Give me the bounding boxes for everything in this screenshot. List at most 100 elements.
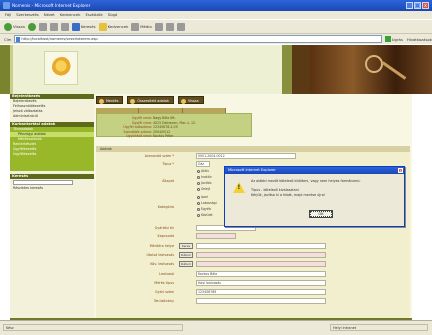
search-location-button[interactable]: Keres <box>179 243 193 249</box>
forward-button[interactable] <box>27 22 36 32</box>
field-label: Köv. leolvasás <box>150 262 174 266</box>
category-radio[interactable]: Közület <box>197 213 213 217</box>
search-label: Keresés <box>80 24 96 29</box>
maximize-button[interactable]: □ <box>414 2 421 9</box>
stop-button[interactable] <box>38 22 47 32</box>
print-button[interactable] <box>176 22 185 32</box>
info-value: Nagy Béla Kft. <box>153 116 176 120</box>
address-url: http://localhost/nomenis/vezerloterem.as… <box>21 37 98 41</box>
radio-label: Ipari <box>201 195 209 199</box>
address-bar: Cím http://localhost/nomenis/vezerlotere… <box>0 33 432 44</box>
dialog-titlebar: Microsoft Internet Explorer x <box>225 167 404 174</box>
radio-circle <box>197 187 200 191</box>
measurement-type-field[interactable]: Havi leolvasás <box>196 280 326 286</box>
refresh-button[interactable] <box>49 22 58 32</box>
status-radio[interactable]: Selejt <box>197 187 210 191</box>
menu-view[interactable]: Nézet <box>44 11 55 19</box>
media-label: Média <box>140 24 152 29</box>
dialog-close-button[interactable]: x <box>398 168 403 173</box>
refresh-icon <box>49 22 58 31</box>
sidebar-header-search: Keresés <box>10 174 94 179</box>
key-image <box>365 55 383 73</box>
field-label: Gyártási év <box>154 226 174 230</box>
field-label: Állapot <box>162 179 174 183</box>
reader-field[interactable]: Kovács Béla <box>196 271 326 277</box>
info-row: Szerződés száma: 2004/0012 <box>123 129 171 134</box>
sidebar-green-section: Törzsadatok Pénzügyi adatok Mérőeszközök… <box>10 127 94 171</box>
history-button[interactable] <box>154 22 163 32</box>
ok-button[interactable]: OK <box>309 210 333 218</box>
alert-dialog: Microsoft Internet Explorer x ! Az alább… <box>224 166 405 227</box>
id-number-field[interactable]: 0001-2004-0012 <box>196 153 296 159</box>
star-icon <box>98 22 107 31</box>
home-button[interactable] <box>60 22 69 32</box>
address-input[interactable]: http://localhost/nomenis/vezerloterem.as… <box>14 35 382 43</box>
dialog-title: Microsoft Internet Explorer <box>228 168 276 172</box>
sidebar-item-advanced-search[interactable]: Részletes keresés <box>10 186 94 191</box>
category-radio[interactable]: Lakossági <box>197 201 217 205</box>
category-radio[interactable]: Egyéb <box>197 207 211 211</box>
mail-button[interactable] <box>165 22 174 32</box>
last-reading-field[interactable] <box>196 252 326 258</box>
search-button[interactable]: Keresés <box>71 22 96 32</box>
favorites-label: Kedvencek <box>107 24 129 29</box>
meter-location-field[interactable] <box>196 243 326 249</box>
field-label: Kategória <box>157 205 174 209</box>
search-icon <box>71 22 80 31</box>
site-logo[interactable] <box>52 57 72 77</box>
field-label: Leolvasó <box>159 272 174 276</box>
category-radio[interactable]: Ipari <box>197 195 208 199</box>
contact-field[interactable] <box>196 233 236 239</box>
close-window-button[interactable]: x <box>422 2 429 9</box>
date-picker-button[interactable]: Dátum <box>179 261 193 267</box>
back-content-button[interactable]: Vissza <box>177 96 204 104</box>
radio-label: Inaktív <box>201 175 212 179</box>
status-bar: Kész Helyi intranet <box>0 320 432 335</box>
go-button[interactable]: Ugrás <box>384 36 403 42</box>
status-text: Kész <box>3 324 183 331</box>
links-label[interactable]: Hivatkozások <box>407 37 432 42</box>
minimize-button[interactable]: _ <box>406 2 413 9</box>
info-value: Kovács Péter <box>153 134 174 138</box>
menu-help[interactable]: Súgó <box>108 11 118 19</box>
dialog-message-line3: Kérjük, javítsa ki a hibát, majd mentse … <box>251 193 326 197</box>
favorites-button[interactable]: Kedvencek <box>98 22 129 32</box>
serial-number-field[interactable]: 123456789 <box>196 289 326 295</box>
forward-arrow-icon <box>27 22 36 31</box>
media-button[interactable]: Média <box>131 22 152 32</box>
info-row: Ügyfél címe: 4025 Debrecen, Piac u. 12. <box>132 121 196 125</box>
save-button[interactable]: Mentés <box>96 96 124 104</box>
next-reading-field[interactable] <box>196 261 326 267</box>
info-key: Ügyfél adószáma: <box>123 125 152 129</box>
sidebar-search-input[interactable] <box>13 180 73 185</box>
info-key: Ügyintéző neve: <box>126 134 152 138</box>
field-label: Kapcsolat <box>157 234 174 238</box>
menu-edit[interactable]: Szerkesztés <box>16 11 38 19</box>
banner-divider <box>292 45 310 94</box>
type-select[interactable]: Gáz <box>196 161 210 167</box>
status-radio[interactable]: Inaktív <box>197 175 212 179</box>
status-radio[interactable]: Aktív <box>197 169 209 173</box>
banner-photo <box>310 45 432 94</box>
field-label: Utolsó leolvasás <box>146 253 175 257</box>
radio-label: Selejt <box>201 187 210 191</box>
info-value: 2004/0012 <box>153 129 171 134</box>
stop-icon <box>38 22 47 31</box>
radio-label: Közület <box>201 213 213 217</box>
certificate-field[interactable] <box>196 298 326 304</box>
menu-favorites[interactable]: Kedvencek <box>60 11 81 19</box>
go-label: Ugrás <box>391 36 403 42</box>
site-banner <box>0 45 432 94</box>
menu-file[interactable]: Fájl <box>5 11 11 19</box>
content-toolbar: Mentés Összesített adatok Vissza <box>94 94 412 106</box>
window-title: Nomenis - Microsoft Internet Explorer <box>12 3 91 8</box>
summary-button[interactable]: Összesített adatok <box>127 96 174 104</box>
menu-tools[interactable]: Eszközök <box>85 11 102 19</box>
status-radio[interactable]: Javítás <box>197 181 212 185</box>
address-label: Cím <box>4 36 12 42</box>
back-button[interactable]: Vissza <box>4 22 25 32</box>
radio-circle <box>197 175 200 179</box>
date-picker-button[interactable]: Dátum <box>179 252 193 258</box>
info-key: Ügyfél neve: <box>131 116 152 120</box>
go-arrow-icon <box>384 36 391 42</box>
